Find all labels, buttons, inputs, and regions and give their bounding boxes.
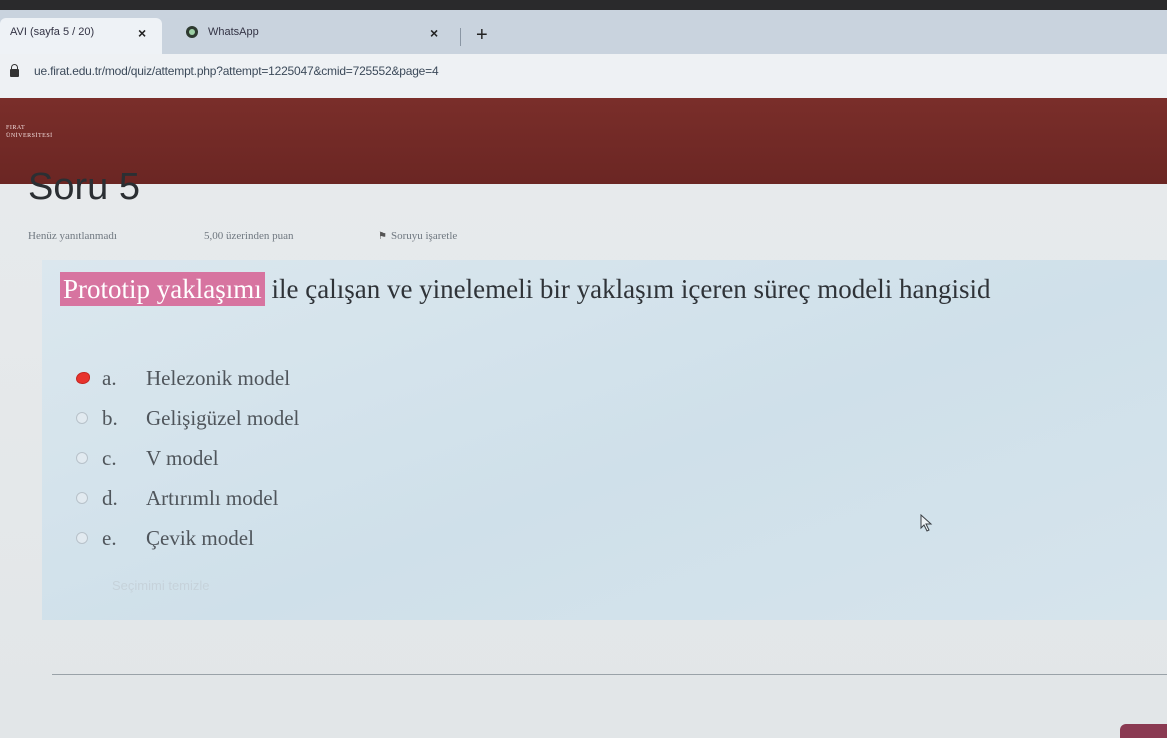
question-text-rest: ile çalışan ve yinelemeli bir yaklaşım i… (264, 274, 991, 304)
university-logo[interactable]: FIRAT ÜNİVERSİTESİ (6, 124, 53, 140)
section-divider (52, 674, 1167, 675)
question-title: Soru 5 (28, 166, 140, 208)
logo-line-2: ÜNİVERSİTESİ (6, 133, 53, 139)
question-points: 5,00 üzerinden puan (204, 230, 294, 242)
tab-title: AVI (sayfa 5 / 20) (10, 26, 95, 38)
option-label: Gelişigüzel model (146, 406, 300, 430)
option-label: Helezonik model (146, 366, 291, 390)
option-label: Artırımlı model (146, 486, 279, 510)
question-box: Prototip yaklaşımı ile çalışan ve yinele… (42, 260, 1167, 620)
tab-whatsapp[interactable]: WhatsApp × (166, 18, 466, 54)
close-tab-icon[interactable]: × (138, 25, 146, 41)
next-page-button[interactable] (1120, 724, 1167, 738)
highlighted-phrase: Prototip yaklaşımı (60, 272, 265, 306)
tab-separator (460, 28, 461, 46)
question-status: Henüz yanıtlanmadı (28, 230, 117, 242)
mouse-cursor-icon (920, 514, 933, 532)
site-header: FIRAT ÜNİVERSİTESİ (0, 98, 1167, 184)
tab-quiz[interactable]: AVI (sayfa 5 / 20) × (0, 18, 162, 54)
option-letter: e. (102, 526, 117, 550)
option-letter: a. (102, 366, 117, 390)
radio-button[interactable] (76, 532, 88, 544)
lock-icon (10, 64, 19, 77)
option-letter: c. (102, 446, 117, 470)
option-label: Çevik model (146, 526, 254, 550)
screen-bezel (0, 0, 1167, 10)
radio-button[interactable] (76, 492, 88, 504)
logo-line-1: FIRAT (6, 125, 26, 131)
tab-strip: AVI (sayfa 5 / 20) × WhatsApp × + (0, 10, 1167, 54)
new-tab-button[interactable]: + (476, 24, 488, 47)
flag-question-link[interactable]: ⚑ Soruyu işaretle (378, 230, 457, 242)
url-text[interactable]: ue.firat.edu.tr/mod/quiz/attempt.php?att… (34, 64, 439, 78)
radio-button[interactable] (76, 452, 88, 464)
radio-button-selected[interactable] (76, 372, 90, 384)
question-text: Prototip yaklaşımı ile çalışan ve yinele… (60, 272, 991, 306)
flag-icon: ⚑ (378, 231, 387, 242)
clear-choice-link[interactable]: Seçimimi temizle (112, 578, 210, 593)
close-tab-icon[interactable]: × (430, 25, 438, 41)
whatsapp-icon (186, 26, 198, 39)
flag-label: Soruyu işaretle (390, 230, 458, 242)
address-bar[interactable]: ue.firat.edu.tr/mod/quiz/attempt.php?att… (0, 54, 1167, 98)
option-letter: b. (102, 406, 118, 430)
tab-title: WhatsApp (208, 26, 259, 38)
option-letter: d. (102, 486, 118, 510)
quiz-page: Soru 5 Henüz yanıtlanmadı 5,00 üzerinden… (0, 166, 1167, 738)
option-label: V model (146, 446, 219, 470)
radio-button[interactable] (76, 412, 88, 424)
